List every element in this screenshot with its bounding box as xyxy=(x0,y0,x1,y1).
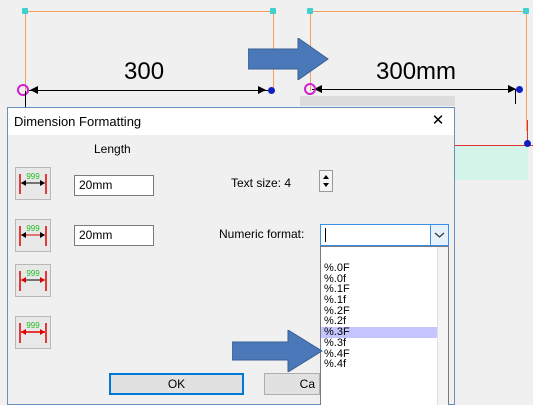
text-size-label: Text size: 4 xyxy=(231,176,292,190)
pointer-arrow-icon xyxy=(232,330,323,372)
vertex-handle[interactable] xyxy=(268,87,275,94)
text-caret xyxy=(325,228,326,242)
extension-line-right xyxy=(515,90,516,104)
vertex-handle[interactable] xyxy=(307,8,313,14)
dimension-arrows-icon: 999 xyxy=(19,224,47,246)
dim-icon-number: 999 xyxy=(26,172,40,181)
right-lower-fill xyxy=(455,146,528,180)
selected-point-marker[interactable] xyxy=(17,84,29,96)
outline-side-right-b xyxy=(526,11,527,131)
dimension-style-button-1[interactable]: 999 xyxy=(15,167,51,200)
vertex-handle[interactable] xyxy=(516,86,523,93)
dimension-arrows-icon: 999 xyxy=(19,172,47,194)
text-size-spinner[interactable] xyxy=(319,170,333,192)
chevron-down-icon xyxy=(434,232,445,238)
length-input-2[interactable]: 20mm xyxy=(74,225,154,246)
dialog-titlebar[interactable]: Dimension Formatting ✕ xyxy=(8,108,454,135)
dropdown-option[interactable]: %.4f xyxy=(321,359,448,370)
vertex-handle[interactable] xyxy=(22,8,28,14)
length-input-1[interactable]: 20mm xyxy=(74,175,154,196)
dropdown-blank-row[interactable] xyxy=(321,247,448,263)
dimension-style-button-3[interactable]: 999 xyxy=(15,264,51,297)
outline-top-left xyxy=(25,11,275,12)
dialog-title: Dimension Formatting xyxy=(14,114,142,129)
extension-line-left xyxy=(25,91,26,107)
dim-arrow-left-start xyxy=(30,86,38,94)
selected-point-marker[interactable] xyxy=(304,83,316,95)
numeric-format-combobox[interactable] xyxy=(320,224,449,246)
dimension-arrows-icon: 999 xyxy=(19,269,47,291)
spin-down-icon[interactable] xyxy=(323,183,329,187)
dimension-line-left xyxy=(28,90,268,91)
vertex-handle[interactable] xyxy=(524,140,531,147)
dimension-style-button-4[interactable]: 999 xyxy=(15,316,51,349)
dim-arrow-left-end xyxy=(258,86,266,94)
outline-top-right xyxy=(310,11,528,12)
vertex-handle[interactable] xyxy=(523,8,529,14)
vertex-handle[interactable] xyxy=(270,8,276,14)
dim-icon-number: 999 xyxy=(26,269,40,278)
close-icon[interactable]: ✕ xyxy=(426,111,450,131)
dimension-arrows-icon: 999 xyxy=(19,321,47,343)
dimension-style-button-2[interactable]: 999 xyxy=(15,219,51,252)
numeric-format-label: Numeric format: xyxy=(219,227,305,241)
outline-side-left-a xyxy=(25,11,26,91)
dim-icon-number: 999 xyxy=(26,224,40,233)
length-header: Length xyxy=(94,142,131,156)
dropdown-scrollbar[interactable] xyxy=(437,247,448,405)
spin-up-icon[interactable] xyxy=(323,175,329,179)
dropdown-option[interactable]: %.3f xyxy=(321,337,448,349)
dimension-text-right[interactable]: 300mm xyxy=(376,58,456,86)
numeric-format-dropdown[interactable]: %.0F %.0f %.1F %.1f %.2F %.2f %.3F %.3f %.4F %.4f xyxy=(320,246,449,405)
ok-button[interactable]: OK xyxy=(109,373,244,395)
right-hint-bar xyxy=(300,96,455,106)
combobox-dropdown-button[interactable] xyxy=(430,225,448,245)
dim-icon-number: 999 xyxy=(26,321,40,330)
transition-arrow-icon xyxy=(248,38,329,80)
cancel-button[interactable]: Ca xyxy=(264,373,320,395)
dimension-line-right xyxy=(312,89,522,90)
dimension-text-left[interactable]: 300 xyxy=(124,58,164,86)
